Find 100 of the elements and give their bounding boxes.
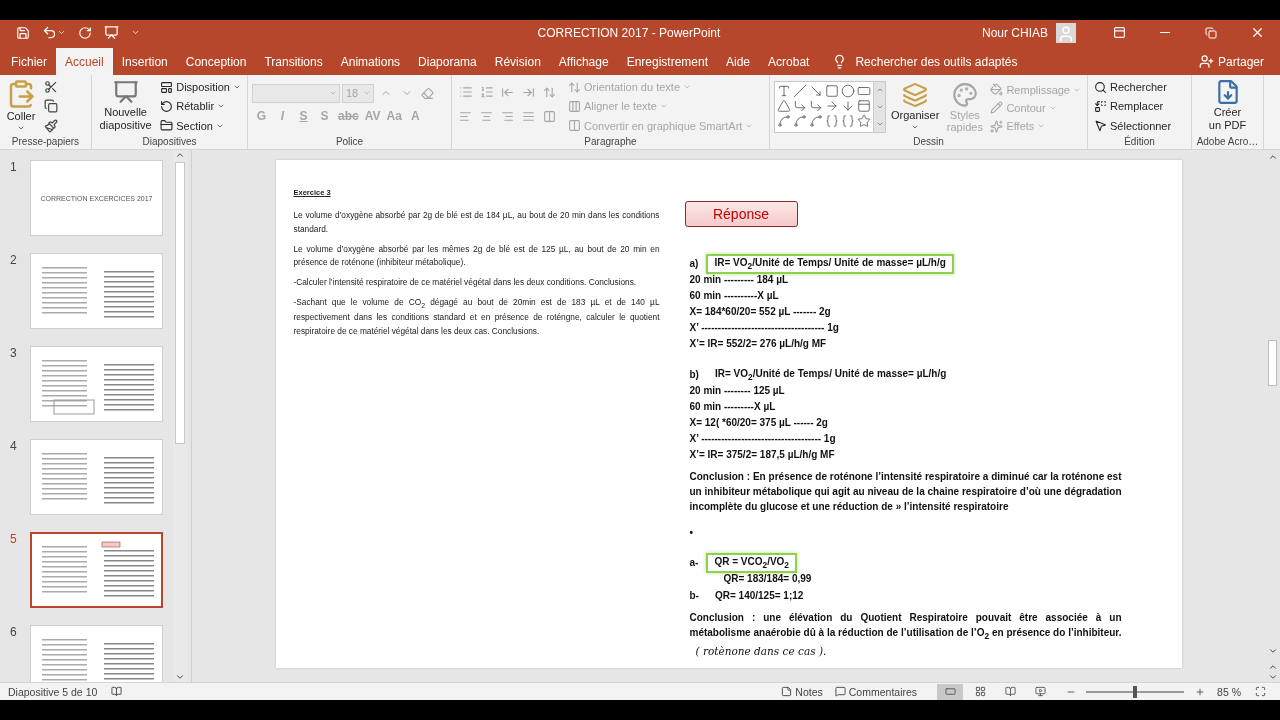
paintbrush-icon (43, 118, 58, 133)
editing-command-button[interactable]: Sélectionner (1092, 116, 1174, 135)
connector-icon (793, 99, 807, 113)
curve-icon (793, 114, 807, 128)
slide-command-button[interactable]: Disposition (158, 78, 243, 97)
up-caret-icon (175, 150, 185, 160)
arrange-button[interactable]: Organiser (889, 81, 942, 135)
tell-me-field[interactable]: Rechercher des outils adaptés (855, 54, 1018, 69)
bullet-mark: • (689, 526, 693, 540)
minimize-icon (1160, 32, 1170, 33)
slide-number: 6 (9, 625, 18, 639)
caret-icon (175, 672, 185, 682)
exercise-paragraph: Le volume d’oxygène absorbé par 2g de blé est de 184 µL, au bout de 20 min dans les conditions standard. (293, 209, 660, 237)
text-direction-icon (568, 80, 581, 94)
copy-icon (43, 99, 58, 114)
share-button[interactable]: Partager (1192, 48, 1270, 75)
notes-button[interactable]: Notes (775, 683, 829, 700)
ribbon-tab[interactable]: Enregistrement (617, 48, 717, 75)
brace-icon (825, 114, 839, 128)
caret-icon (329, 89, 337, 97)
slide-icon (112, 79, 139, 105)
reset-icon (160, 100, 174, 113)
gallery-scrollbar[interactable] (874, 81, 886, 133)
restore-icon (1205, 26, 1217, 39)
calculation-line: X= 12( *60/20= 375 µL ------ 2g (689, 416, 828, 430)
ribbon-tab[interactable]: Aide (717, 48, 760, 75)
curve-icon (809, 114, 823, 128)
calculation-line: QR= 183/184= 0,99 (723, 572, 812, 586)
item-label: a- (689, 557, 699, 568)
window-title: CORRECTION 2017 - PowerPoint (536, 25, 722, 40)
create-pdf-button[interactable]: Créer un PDF (1204, 78, 1251, 135)
layout-icon (160, 80, 174, 94)
rectangle-icon (857, 84, 871, 98)
ribbon-tab[interactable]: Acrobat (759, 48, 819, 75)
scissors-icon (43, 80, 58, 95)
calculation-line: 20 min --------- 184 µL (689, 273, 789, 287)
shapes-gallery[interactable] (774, 81, 874, 133)
replace-icon (1094, 100, 1107, 113)
presentation-icon (104, 25, 119, 40)
columns-icon (543, 109, 556, 123)
line-spacing-icon (543, 85, 556, 99)
folder-icon (160, 119, 174, 133)
ribbon-tab[interactable]: Diaporama (409, 48, 486, 75)
save-icon (16, 25, 30, 40)
group-label: Dessin (913, 135, 944, 148)
slide-number: 1 (9, 160, 18, 174)
ribbon-tab[interactable]: Transitions (255, 48, 332, 75)
caret-icon (57, 28, 66, 37)
brace-icon (841, 114, 855, 128)
exercise-paragraph: -Sachant que le volume de CO$_{2}$ dégagé au bout de 20min est de 183 µL et de 140 µL respectivement dans les conditions standard et en présence de roténgne, calculer le quotient respiratoire de ce matériel végétal dans les deux cas. Conclusions. (293, 295, 660, 338)
calculation-line: X’= IR= 375/2= 187,5 µL/h/g MF (689, 448, 835, 462)
ribbon-tab[interactable]: Affichage (549, 48, 618, 75)
editing-command-button[interactable]: Rechercher (1092, 78, 1174, 97)
conclusion-paragraph: Conclusion : En présence de roténone l’intensité respiratoire a diminué car la roténone est un inhibiteur métabolique qui agit au niveau de la chaine respiratoire d’où une dégradation incomplète du glucose et une réduction de » l’intensité respiratoire (689, 470, 1122, 514)
paste-button[interactable]: Coller (4, 78, 38, 135)
ribbon-tab[interactable]: Fichier (2, 48, 56, 75)
scroll-thumb[interactable] (175, 162, 185, 444)
calculation-line: X’= IR= 552/2= 276 µL/h/g MF (689, 337, 827, 351)
align-center-icon (480, 109, 493, 123)
note-icon (781, 686, 793, 697)
calculation-line: X’ ------------------------------------ 1g (689, 432, 836, 446)
caret-icon (131, 28, 140, 37)
new-slide-button[interactable]: Nouvelle diapositive (96, 78, 156, 135)
comments-button[interactable]: Commentaires (828, 683, 924, 700)
caret-icon (1267, 646, 1278, 656)
scroll-thumb[interactable] (1268, 340, 1277, 386)
redo-icon (78, 25, 92, 40)
search-icon (1094, 80, 1107, 94)
curve-icon (777, 114, 791, 128)
slide-command-button[interactable]: Rétablir (158, 97, 243, 116)
panel-icon (1112, 26, 1126, 39)
editing-command-button[interactable]: Remplacer (1092, 97, 1174, 116)
calculation-line: X= 184*60/20= 552 µL ------- 2g (689, 305, 831, 319)
slide-number: 3 (9, 346, 18, 360)
ribbon-tab[interactable]: Conception (176, 48, 256, 75)
up-caret-icon (1267, 662, 1278, 672)
slide-command-button[interactable]: Section (158, 116, 243, 135)
scrollbar[interactable] (173, 150, 187, 682)
eraser-icon (421, 86, 434, 100)
triangle-icon (777, 99, 791, 113)
normal-view-button[interactable] (937, 683, 964, 700)
ribbon-tab[interactable]: Accueil (56, 48, 113, 75)
exercise-paragraph: -Calculer l’intensité respiratoire de ce matériel végétal dans les deux conditions. Conclusions. (293, 276, 638, 290)
calculation-line: X’ ------------------------------------- 1g (689, 321, 839, 335)
slideshow-icon (1034, 686, 1046, 697)
star-icon (857, 114, 871, 128)
book-icon (111, 686, 123, 697)
ribbon-tab[interactable]: Insertion (112, 48, 177, 75)
bullet-list-icon (458, 85, 473, 99)
ribbon-tab[interactable]: Animations (331, 48, 410, 75)
line-icon (793, 84, 807, 98)
reading-view-icon (1004, 686, 1016, 697)
pointer-icon (1094, 119, 1107, 133)
ribbon-tab[interactable]: Révision (485, 48, 550, 75)
grid-view-icon (974, 686, 986, 697)
numbered-list-icon (479, 85, 494, 99)
zoom-level: 85 % (1217, 685, 1241, 698)
avatar-icon (1056, 22, 1076, 43)
normal-view-icon (944, 686, 956, 697)
align-left-icon (459, 109, 472, 123)
